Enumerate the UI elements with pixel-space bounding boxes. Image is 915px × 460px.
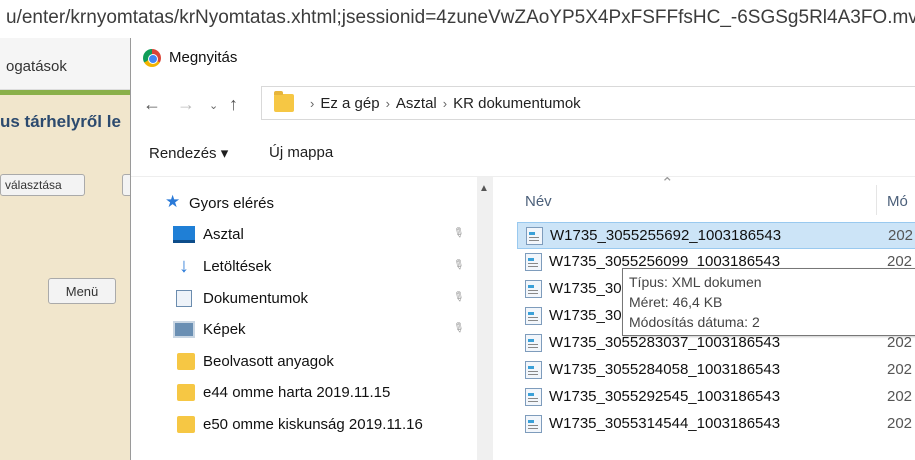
- xml-file-icon: [526, 227, 543, 245]
- file-row[interactable]: W1735_3055284058_1003186543 202: [517, 357, 915, 384]
- folder-icon: [177, 353, 195, 370]
- navigation-pane: ★ Gyors elérés Asztal ✎ ↓ Letöltések ✎ D…: [131, 177, 493, 460]
- file-name: W1735_3055292545_1003186543: [549, 388, 781, 405]
- pin-icon[interactable]: ✎: [449, 223, 468, 242]
- open-file-dialog: Megnyitás ← → ⌄ ↑ › Ez a gép › Asztal › KR do…: [130, 38, 915, 460]
- dialog-toolbar: Rendezés ▾ Új mappa: [131, 130, 915, 176]
- file-date: 202: [887, 388, 913, 405]
- nav-item-label: Beolvasott anyagok: [203, 353, 334, 370]
- xml-file-icon: [525, 280, 542, 298]
- scroll-up-icon[interactable]: ▲: [479, 183, 489, 194]
- up-arrow-icon[interactable]: ↑: [229, 94, 238, 115]
- folder-icon: [274, 91, 294, 112]
- chevron-right-icon: ›: [310, 96, 315, 111]
- file-name: W1735_3055283037_1003186543: [549, 334, 781, 351]
- nav-item-quick-access[interactable]: ★ Gyors elérés: [131, 189, 471, 219]
- xml-file-icon: [525, 361, 542, 379]
- download-icon: ↓: [179, 255, 189, 277]
- star-icon: ★: [165, 192, 181, 211]
- breadcrumb[interactable]: › Ez a gép › Asztal › KR dokumentumok: [261, 86, 915, 120]
- column-header-date[interactable]: Mó: [887, 193, 908, 210]
- nav-item-folder[interactable]: Beolvasott anyagok: [131, 347, 471, 377]
- dialog-navbar: ← → ⌄ ↑ › Ez a gép › Asztal › KR dokumentumok: [131, 78, 915, 130]
- breadcrumb-this-pc[interactable]: Ez a gép: [320, 95, 379, 112]
- nav-item-label: Asztal: [203, 226, 244, 243]
- dialog-titlebar: Megnyitás: [131, 38, 915, 78]
- pictures-icon: [173, 321, 195, 338]
- nav-item-label: Letöltések: [203, 258, 272, 275]
- dialog-title: Megnyitás: [169, 49, 238, 66]
- xml-file-icon: [525, 388, 542, 406]
- documents-icon: [176, 290, 192, 307]
- folder-icon: [177, 384, 195, 401]
- nav-item-documents[interactable]: Dokumentumok ✎: [131, 284, 471, 314]
- nav-item-folder[interactable]: e44 omme harta 2019.11.15: [131, 378, 471, 408]
- nav-item-folder[interactable]: e50 omme kiskunság 2019.11.16: [131, 410, 471, 440]
- nav-item-downloads[interactable]: ↓ Letöltések ✎: [131, 252, 471, 282]
- breadcrumb-desktop[interactable]: Asztal: [396, 95, 437, 112]
- nav-item-label: Képek: [203, 321, 246, 338]
- nav-item-label: Dokumentumok: [203, 290, 309, 307]
- column-header-name[interactable]: Név: [525, 193, 552, 210]
- new-folder-button[interactable]: Új mappa: [269, 144, 333, 161]
- file-row[interactable]: W1735_3055314544_1003186543 202: [517, 411, 915, 438]
- file-row[interactable]: W1735_3055292545_1003186543 202: [517, 384, 915, 411]
- organize-button[interactable]: Rendezés ▾: [149, 144, 228, 162]
- sort-ascending-icon: ⌃: [661, 175, 674, 192]
- background-page: ogatások us tárhelyről le választása Men…: [0, 38, 142, 460]
- pin-icon[interactable]: ✎: [449, 287, 468, 306]
- pin-icon[interactable]: ✎: [449, 318, 468, 337]
- file-tooltip: Típus: XML dokumen Méret: 46,4 KB Módosí…: [622, 268, 915, 336]
- nav-item-label: e44 omme harta 2019.11.15: [203, 384, 391, 401]
- chevron-right-icon[interactable]: ›: [443, 96, 447, 111]
- tooltip-size: Méret: 46,4 KB: [629, 294, 723, 310]
- tooltip-type: Típus: XML dokumen: [629, 274, 762, 290]
- file-date: 202: [888, 227, 914, 244]
- nav-item-pictures[interactable]: Képek ✎: [131, 315, 471, 345]
- xml-file-icon: [525, 415, 542, 433]
- background-page-title: us tárhelyről le: [0, 112, 121, 131]
- chevron-right-icon[interactable]: ›: [386, 96, 390, 111]
- xml-file-icon: [525, 253, 542, 271]
- navigation-scrollbar[interactable]: ▲: [477, 177, 493, 460]
- file-name: W1735_3055255692_1003186543: [550, 227, 782, 244]
- tooltip-modified: Módosítás dátuma: 2: [629, 314, 760, 330]
- file-name: W1735_3055314544_1003186543: [549, 415, 781, 432]
- folder-icon: [177, 416, 195, 433]
- file-name: W1735_3055284058_1003186543: [549, 361, 781, 378]
- breadcrumb-kr-documents[interactable]: KR dokumentumok: [453, 95, 581, 112]
- nav-item-label: Gyors elérés: [189, 195, 275, 212]
- address-bar-url[interactable]: u/enter/krnyomtatas/krNyomtatas.xhtml;js…: [0, 0, 915, 38]
- file-date: 202: [887, 334, 913, 351]
- forward-arrow-icon[interactable]: →: [177, 94, 195, 115]
- column-divider[interactable]: [876, 185, 877, 215]
- desktop-icon: [173, 226, 195, 243]
- nav-item-desktop[interactable]: Asztal ✎: [131, 220, 471, 250]
- file-row[interactable]: W1735_3055255692_1003186543 202: [517, 222, 915, 249]
- nav-item-label: e50 omme kiskunság 2019.11.16: [203, 416, 423, 433]
- chrome-icon: [143, 49, 161, 67]
- background-tab-label[interactable]: ogatások: [0, 38, 140, 90]
- pin-icon[interactable]: ✎: [449, 255, 468, 274]
- column-header: ⌃ Név Mó: [493, 175, 915, 219]
- select-button[interactable]: választása: [0, 174, 85, 196]
- back-arrow-icon[interactable]: ←: [143, 94, 161, 115]
- recent-dropdown-icon[interactable]: ⌄: [209, 99, 218, 112]
- xml-file-icon: [525, 334, 542, 352]
- menu-button[interactable]: Menü: [48, 278, 116, 304]
- file-date: 202: [887, 415, 913, 432]
- file-date: 202: [887, 361, 913, 378]
- breadcrumb-items: › Ez a gép › Asztal › KR dokumentumok: [304, 95, 581, 112]
- xml-file-icon: [525, 307, 542, 325]
